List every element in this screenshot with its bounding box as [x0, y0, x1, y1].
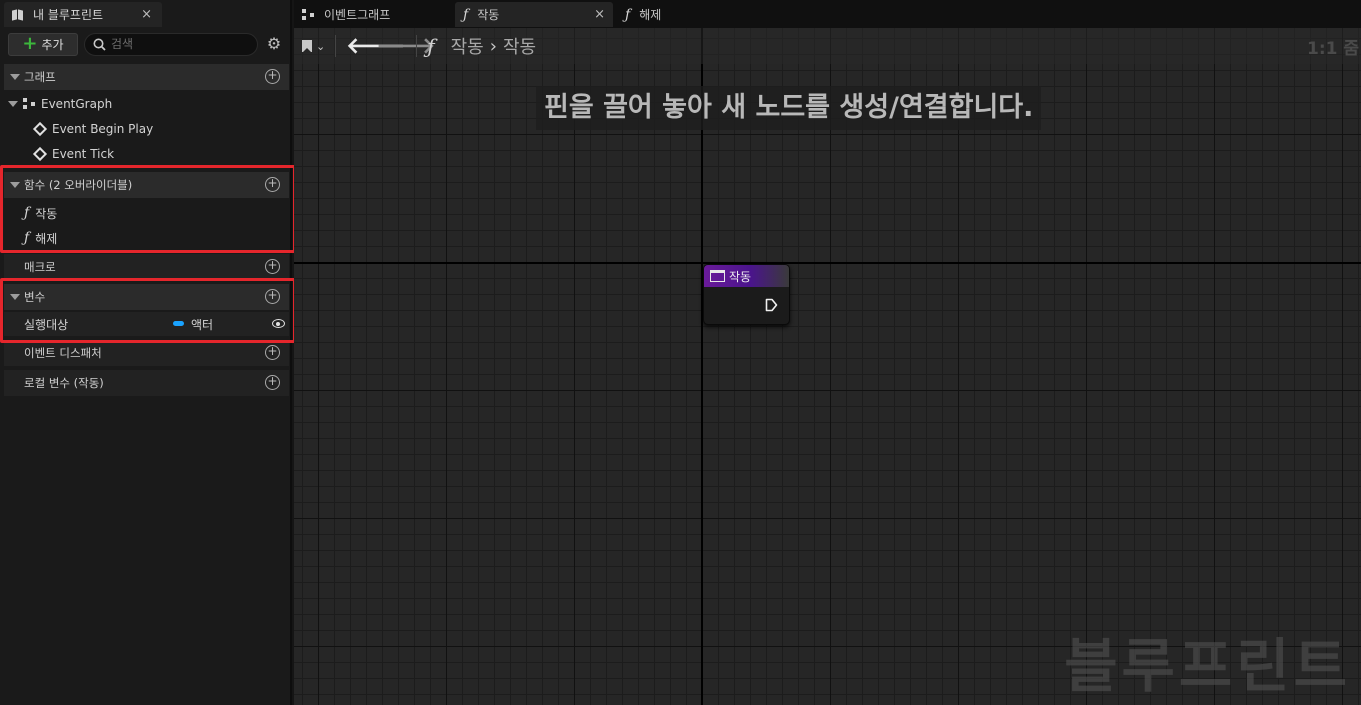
- section-dispatchers-label: 이벤트 디스패처: [24, 346, 102, 360]
- function-entry-node[interactable]: 작동: [703, 264, 790, 325]
- collapse-arrow-icon[interactable]: [10, 74, 20, 80]
- function-item-activate[interactable]: ƒ 작동: [24, 201, 57, 225]
- forward-arrow-icon[interactable]: 🡒: [376, 33, 435, 59]
- section-functions-label: 함수 (2 오버라이더블): [24, 178, 133, 192]
- event-diamond-icon: [32, 121, 48, 137]
- graph-icon: [302, 8, 315, 21]
- collapse-arrow-icon[interactable]: [10, 182, 20, 188]
- graph-icon: [23, 98, 36, 110]
- bookmark-icon[interactable]: [302, 40, 312, 53]
- my-blueprint-toolbar: + 추가 ⚙: [0, 28, 290, 60]
- function-icon: ƒ: [625, 6, 631, 23]
- section-macros[interactable]: 매크로 +: [4, 254, 289, 280]
- chevron-down-icon[interactable]: ⌄: [316, 40, 325, 53]
- function-icon: ƒ: [427, 34, 435, 58]
- section-macros-label: 매크로: [24, 260, 56, 274]
- add-button-label: 추가: [41, 37, 64, 52]
- document-tab-bar: 이벤트그래프 ƒ 작동 × ƒ 해제: [294, 0, 1361, 28]
- function-icon: ƒ: [24, 205, 30, 221]
- my-blueprint-tab[interactable]: 내 블루프린트 ×: [4, 2, 162, 27]
- exec-output-pin-icon[interactable]: [765, 298, 778, 312]
- variable-name: 실행대상: [24, 317, 69, 332]
- function-icon: ƒ: [24, 230, 30, 246]
- settings-gear-icon[interactable]: ⚙: [265, 35, 283, 53]
- add-macro-icon[interactable]: +: [265, 259, 280, 274]
- toolbar-divider: [335, 35, 337, 57]
- tab-label: 해제: [639, 8, 662, 22]
- collapse-arrow-icon[interactable]: [10, 294, 20, 300]
- tree-item-event-begin-play[interactable]: Event Begin Play: [32, 117, 154, 141]
- zoom-level: 1:1 줌: [1306, 39, 1359, 59]
- my-blueprint-tab-label: 내 블루프린트: [33, 8, 104, 22]
- event-label: Event Tick: [52, 147, 115, 161]
- section-variables-label: 변수: [24, 290, 46, 304]
- blueprint-watermark: 블루프린트: [1064, 632, 1351, 700]
- function-label: 작동: [35, 206, 58, 221]
- event-diamond-icon: [32, 146, 48, 162]
- function-label: 해제: [35, 231, 58, 246]
- tab-label: 이벤트그래프: [324, 8, 391, 22]
- add-graph-icon[interactable]: +: [265, 69, 280, 84]
- search-box[interactable]: [84, 32, 258, 56]
- section-local-vars-label: 로컬 변수 (작동): [24, 376, 104, 390]
- eye-icon[interactable]: [272, 319, 285, 328]
- breadcrumb-chevron-icon: ›: [489, 35, 497, 57]
- tree-item-eventgraph[interactable]: EventGraph: [8, 92, 112, 116]
- plus-icon: +: [22, 33, 38, 54]
- tab-event-graph[interactable]: 이벤트그래프: [294, 2, 450, 27]
- section-graphs-label: 그래프: [24, 70, 56, 84]
- section-variables[interactable]: 변수 +: [4, 284, 289, 310]
- section-graphs[interactable]: 그래프 +: [4, 64, 289, 90]
- variable-type: 액터: [191, 318, 214, 332]
- add-button[interactable]: + 추가: [8, 32, 78, 56]
- back-arrow-icon[interactable]: 🡐: [346, 33, 405, 59]
- section-functions[interactable]: 함수 (2 오버라이더블) +: [4, 172, 289, 198]
- add-local-variable-icon[interactable]: +: [265, 375, 280, 390]
- breadcrumb-item[interactable]: 작동: [503, 33, 536, 59]
- expand-arrow-icon[interactable]: [8, 101, 18, 107]
- add-function-icon[interactable]: +: [265, 177, 280, 192]
- close-icon[interactable]: ×: [594, 7, 605, 22]
- node-title: 작동: [729, 269, 752, 284]
- search-icon: [93, 38, 106, 51]
- node-header[interactable]: 작동: [704, 265, 789, 287]
- tab-release-function[interactable]: ƒ 해제: [617, 2, 737, 27]
- function-entry-icon: [710, 270, 725, 282]
- variable-item[interactable]: 실행대상 액터: [4, 312, 289, 336]
- function-item-release[interactable]: ƒ 해제: [24, 226, 57, 250]
- event-label: Event Begin Play: [52, 122, 154, 136]
- tab-label: 작동: [477, 8, 500, 22]
- tab-activate-function[interactable]: ƒ 작동 ×: [455, 2, 613, 27]
- search-input[interactable]: [111, 37, 251, 51]
- section-event-dispatchers[interactable]: 이벤트 디스패처 +: [4, 340, 289, 366]
- graph-hint-text: 핀을 끌어 놓아 새 노드를 생성/연결합니다.: [536, 86, 1042, 130]
- eventgraph-label: EventGraph: [41, 97, 113, 111]
- tree-item-event-tick[interactable]: Event Tick: [32, 142, 115, 166]
- section-local-variables[interactable]: 로컬 변수 (작동) +: [4, 370, 289, 396]
- close-icon[interactable]: ×: [141, 7, 152, 22]
- breadcrumb-item[interactable]: 작동: [451, 33, 484, 59]
- graph-toolbar: ⌄ 🡐 🡒 ƒ 작동 › 작동 1:1 줌: [294, 28, 1361, 64]
- add-variable-icon[interactable]: +: [265, 289, 280, 304]
- toolbar-divider: [416, 35, 418, 57]
- add-dispatcher-icon[interactable]: +: [265, 345, 280, 360]
- actor-type-pill-icon[interactable]: [173, 321, 184, 326]
- function-icon: ƒ: [463, 6, 469, 23]
- my-blueprint-panel: 내 블루프린트 × + 추가 ⚙ 그래프 + EventGraph Event …: [0, 0, 296, 705]
- blueprint-book-icon: [12, 10, 24, 20]
- graph-origin-horizontal-line: [294, 262, 1361, 264]
- graph-canvas[interactable]: ⌄ 🡐 🡒 ƒ 작동 › 작동 1:1 줌 핀을 끌어 놓아 새 노드를 생성/…: [294, 28, 1361, 705]
